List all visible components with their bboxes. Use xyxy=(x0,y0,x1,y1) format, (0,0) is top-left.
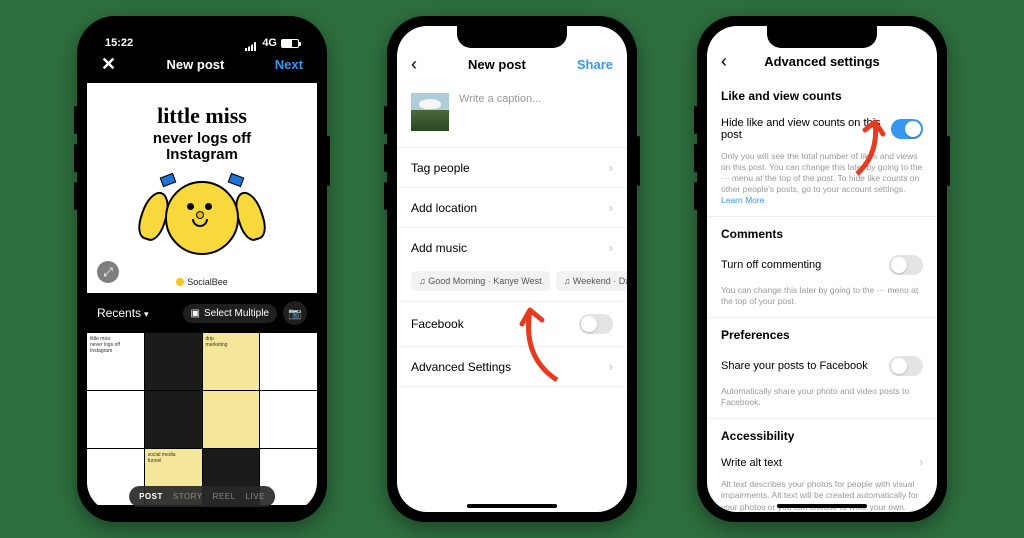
learn-more-link[interactable]: Learn More xyxy=(721,195,764,205)
share-facebook-toggle[interactable] xyxy=(889,356,923,376)
post-thumbnail[interactable] xyxy=(411,93,449,131)
back-icon[interactable]: ‹ xyxy=(411,54,417,75)
row-label: Write alt text xyxy=(721,457,782,469)
chevron-right-icon: › xyxy=(919,457,923,469)
row-label: Turn off commenting xyxy=(721,259,821,271)
nav-title: Advanced settings xyxy=(764,54,880,69)
screen-picker: 15:22 4G ✕ New post Next little miss nev… xyxy=(87,26,317,512)
share-button[interactable]: Share xyxy=(577,57,613,72)
mode-post[interactable]: POST xyxy=(139,492,163,501)
select-multiple-button[interactable]: ▣Select Multiple xyxy=(183,304,277,323)
row-share-facebook: Share your posts to Facebook xyxy=(707,348,937,384)
row-label: Hide like and view counts on this post xyxy=(721,117,891,141)
album-selector-bar: Recents▾ ▣Select Multiple 📷 xyxy=(87,293,317,333)
grid-thumb[interactable] xyxy=(145,333,202,390)
status-time: 15:22 xyxy=(105,37,133,49)
expand-icon[interactable]: ⤢ xyxy=(97,261,119,283)
back-icon[interactable]: ‹ xyxy=(721,51,727,72)
chevron-right-icon: › xyxy=(609,200,613,215)
chevron-down-icon: ▾ xyxy=(144,309,149,319)
share-facebook-helper: Automatically share your photo and video… xyxy=(707,384,937,419)
photo-grid: little missnever logs offInstagram dripm… xyxy=(87,333,317,505)
chevron-right-icon: › xyxy=(609,160,613,175)
nav-title: New post xyxy=(468,57,526,72)
section-likes-header: Like and view counts xyxy=(707,79,937,109)
caption-input[interactable]: Write a caption... xyxy=(459,93,541,105)
grid-thumb[interactable] xyxy=(87,391,144,448)
home-indicator xyxy=(467,504,557,508)
phone-notch xyxy=(457,26,567,48)
row-facebook: Facebook xyxy=(397,302,627,347)
hide-likes-helper: Only you will see the total number of li… xyxy=(707,149,937,217)
commenting-toggle[interactable] xyxy=(889,255,923,275)
music-suggestions: ♫ Good Morning · Kanye West ♫ Weekend · … xyxy=(397,267,627,302)
stack-icon: ▣ xyxy=(191,308,200,319)
music-chip[interactable]: ♫ Weekend · Dxvn. xyxy=(556,271,627,291)
commenting-helper: You can change this later by going to th… xyxy=(707,283,937,318)
row-turn-off-commenting: Turn off commenting xyxy=(707,247,937,283)
row-label: Add music xyxy=(411,241,467,255)
phone-notch xyxy=(767,26,877,48)
row-label: Share your posts to Facebook xyxy=(721,360,868,372)
camera-button[interactable]: 📷 xyxy=(283,301,307,325)
row-hide-likes: Hide like and view counts on this post xyxy=(707,109,937,149)
meme-title: little miss xyxy=(157,103,247,129)
row-add-music[interactable]: Add music › xyxy=(397,228,627,267)
chevron-right-icon: › xyxy=(609,359,613,374)
mode-reel[interactable]: REEL xyxy=(213,492,236,501)
row-label: Advanced Settings xyxy=(411,360,511,374)
network-label: 4G xyxy=(262,37,277,49)
section-accessibility-header: Accessibility xyxy=(707,419,937,449)
grid-thumb[interactable]: dripmarketing xyxy=(203,333,260,390)
row-advanced-settings[interactable]: Advanced Settings › xyxy=(397,347,627,387)
row-label: Facebook xyxy=(411,317,464,331)
section-preferences-header: Preferences xyxy=(707,318,937,348)
camera-icon: 📷 xyxy=(288,307,302,320)
battery-icon xyxy=(281,39,299,48)
home-indicator xyxy=(777,504,867,508)
music-chip[interactable]: ♫ Good Morning · Kanye West xyxy=(411,271,550,291)
screen-compose: ‹ New post Share Write a caption... Tag … xyxy=(397,26,627,512)
row-add-location[interactable]: Add location › xyxy=(397,188,627,228)
row-alt-text[interactable]: Write alt text › xyxy=(707,449,937,477)
phone-advanced-settings: ‹ Advanced settings Like and view counts… xyxy=(697,16,947,522)
meme-character xyxy=(147,169,257,279)
grid-thumb[interactable] xyxy=(203,391,260,448)
facebook-toggle[interactable] xyxy=(579,314,613,334)
next-button[interactable]: Next xyxy=(275,57,303,72)
mode-live[interactable]: LIVE xyxy=(246,492,265,501)
album-selector[interactable]: Recents▾ xyxy=(97,306,149,320)
hide-likes-toggle[interactable] xyxy=(891,119,923,139)
grid-thumb[interactable] xyxy=(260,391,317,448)
meme-subtitle: never logs offInstagram xyxy=(153,131,251,163)
post-mode-selector[interactable]: POST STORY REEL LIVE xyxy=(129,486,275,507)
row-label: Tag people xyxy=(411,161,470,175)
row-label: Add location xyxy=(411,201,477,215)
section-comments-header: Comments xyxy=(707,217,937,247)
nav-bar: ✕ New post Next xyxy=(87,46,317,83)
row-tag-people[interactable]: Tag people › xyxy=(397,148,627,188)
phone-new-post-picker: 15:22 4G ✕ New post Next little miss nev… xyxy=(77,16,327,522)
caption-area: Write a caption... xyxy=(397,83,627,148)
grid-thumb[interactable]: little missnever logs offInstagram xyxy=(87,333,144,390)
chevron-right-icon: › xyxy=(609,240,613,255)
grid-thumb[interactable] xyxy=(260,333,317,390)
nav-title: New post xyxy=(167,57,225,72)
phone-notch xyxy=(147,26,257,48)
close-icon[interactable]: ✕ xyxy=(101,54,116,75)
selected-image-preview[interactable]: little miss never logs offInstagram Soci… xyxy=(87,83,317,293)
phone-new-post-compose: ‹ New post Share Write a caption... Tag … xyxy=(387,16,637,522)
mode-story[interactable]: STORY xyxy=(173,492,203,501)
grid-thumb[interactable] xyxy=(145,391,202,448)
screen-advanced: ‹ Advanced settings Like and view counts… xyxy=(707,26,937,512)
